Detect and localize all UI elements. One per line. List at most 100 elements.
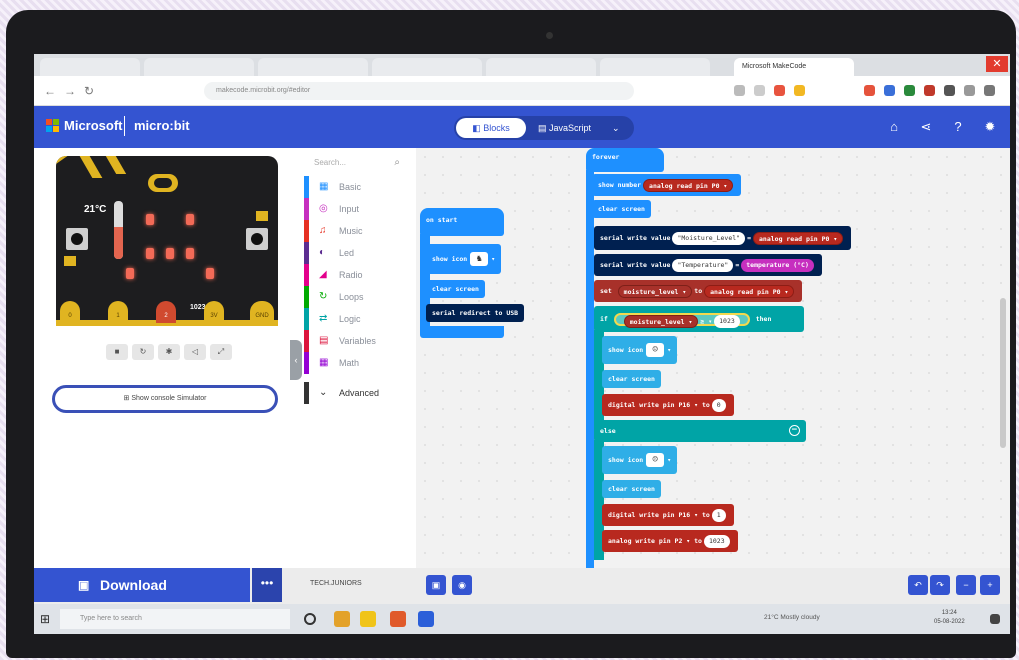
window-close-button[interactable]: ✕ — [986, 56, 1008, 72]
url-input[interactable]: makecode.microbit.org/#editor — [204, 82, 634, 100]
browser-tab[interactable] — [600, 58, 710, 76]
show-icon-block[interactable]: show icon ♞ ▾ — [426, 244, 502, 274]
category-led[interactable]: ◐ Led — [304, 242, 408, 264]
cortana-icon[interactable] — [304, 613, 316, 625]
category-math[interactable]: ▦ Math — [304, 352, 408, 374]
share-icon[interactable]: ⋖ — [918, 119, 934, 135]
extension-icon[interactable] — [904, 85, 915, 96]
clear-screen-block[interactable]: clear screen — [592, 200, 651, 218]
pin-1[interactable]: 1 — [108, 301, 128, 323]
brave-icon[interactable] — [390, 611, 406, 627]
pin-dropdown[interactable]: P16 ▾ — [678, 401, 698, 409]
browser-tab[interactable] — [258, 58, 368, 76]
show-icon-block[interactable]: show icon ☹ ▾ — [602, 446, 678, 474]
set-variable-block[interactable]: set moisture_level ▾ to analog read pin P0… — [594, 280, 803, 302]
menu-icon[interactable] — [984, 85, 995, 96]
clear-screen-block[interactable]: clear screen — [602, 370, 661, 388]
serial-write-value-block[interactable]: serial write value "Temperature" = temperat… — [594, 254, 822, 276]
browser-tab[interactable] — [40, 58, 140, 76]
led[interactable] — [146, 214, 154, 225]
stop-icon[interactable]: ■ — [106, 344, 128, 360]
browser-tab-active[interactable]: Microsoft MakeCode — [734, 58, 854, 76]
variable-dropdown[interactable]: moisture_level ▾ — [617, 284, 693, 298]
led[interactable] — [186, 248, 194, 259]
microsoft-brand[interactable]: Microsoft — [64, 118, 123, 133]
category-loops[interactable]: ↻ Loops — [304, 286, 408, 308]
variable-dropdown[interactable]: moisture_level ▾ — [623, 314, 699, 328]
sad-face-icon[interactable]: ☹ — [646, 453, 665, 467]
help-icon[interactable]: ? — [950, 119, 966, 135]
file-explorer-icon[interactable] — [360, 611, 376, 627]
happy-face-icon[interactable]: ☺ — [646, 343, 665, 357]
extension-icon[interactable] — [734, 85, 745, 96]
led[interactable] — [126, 268, 134, 279]
digital-write-block[interactable]: digital write pin P16 ▾ to 1 — [602, 504, 734, 526]
chevron-down-icon[interactable]: ▾ — [667, 456, 671, 464]
extension-icon[interactable] — [884, 85, 895, 96]
remove-else-icon[interactable]: − — [789, 425, 800, 436]
blocks-workspace[interactable]: on start show icon ♞ ▾ clear screen serial… — [416, 148, 1010, 568]
undo-icon[interactable]: ↶ — [908, 575, 928, 595]
button-a[interactable] — [66, 228, 88, 250]
category-input[interactable]: ◎ Input — [304, 198, 408, 220]
temperature-reporter[interactable]: temperature (°C) — [741, 258, 814, 272]
warning-icon[interactable] — [794, 85, 805, 96]
windows-start-icon[interactable]: ⊞ — [40, 612, 50, 626]
on-start-block[interactable]: on start — [420, 208, 504, 236]
analog-read-reporter[interactable]: analog read pin P0 ▾ — [753, 231, 844, 245]
number-input[interactable]: 1023 — [714, 314, 740, 328]
download-button[interactable]: ▣ Download — [34, 568, 250, 602]
pin-dropdown[interactable]: P2 ▾ — [675, 537, 691, 545]
serial-write-value-block[interactable]: serial write value "Moisture_Level" = analo… — [594, 226, 852, 250]
pin-2[interactable]: 2 — [156, 301, 176, 323]
led[interactable] — [166, 248, 174, 259]
category-variables[interactable]: ▤ Variables — [304, 330, 408, 352]
forever-block[interactable]: forever — [586, 148, 664, 172]
category-basic[interactable]: ▦ Basic — [304, 176, 408, 198]
chrome-icon[interactable] — [334, 611, 350, 627]
save-icon[interactable]: ▣ — [426, 575, 446, 595]
gear-icon[interactable]: ✹ — [982, 119, 998, 135]
analog-read-reporter[interactable]: analog read pin P0 ▾ — [643, 178, 734, 192]
operator-dropdown[interactable]: ≥ ▾ — [700, 317, 712, 325]
taskbar-clock[interactable]: 13:24 05-08-2022 — [934, 609, 965, 627]
comparison-block[interactable]: moisture_level ▾ ≥ ▾ 1023 — [613, 312, 750, 328]
show-number-block[interactable]: show number analog read pin P0 ▾ — [592, 174, 742, 196]
serial-redirect-block[interactable]: serial redirect to USB — [426, 304, 525, 322]
clear-screen-block[interactable]: clear screen — [426, 280, 485, 298]
category-logic[interactable]: ⇄ Logic — [304, 308, 408, 330]
string-input[interactable]: "Temperature" — [672, 258, 734, 272]
chevron-down-icon[interactable]: ▾ — [491, 255, 495, 263]
forward-icon[interactable]: → — [64, 84, 76, 98]
redo-icon[interactable]: ↷ — [930, 575, 950, 595]
else-block[interactable]: else − — [594, 420, 806, 442]
profile-icon[interactable] — [964, 85, 975, 96]
extension-icon[interactable] — [754, 85, 765, 96]
workspace-scrollbar[interactable] — [1000, 298, 1006, 448]
word-icon[interactable] — [418, 611, 434, 627]
show-console-button[interactable]: ⊞ Show console Simulator — [52, 385, 278, 413]
extension-icon[interactable] — [924, 85, 935, 96]
zoom-out-icon[interactable]: − — [956, 575, 976, 595]
more-options-button[interactable]: ••• — [252, 568, 282, 602]
tab-blocks[interactable]: ◧ Blocks — [456, 118, 526, 138]
microbit-brand[interactable]: micro:bit — [134, 118, 190, 133]
show-icon-block[interactable]: show icon ☺ ▾ — [602, 336, 678, 364]
microbit-board[interactable]: 21°C 1023 0 1 2 3V GND — [56, 156, 278, 326]
number-input[interactable]: 0 — [711, 398, 726, 412]
mute-icon[interactable]: ◁ — [184, 344, 206, 360]
tab-javascript[interactable]: ▤ JavaScript — [538, 118, 591, 138]
fullscreen-icon[interactable]: ⤢ — [210, 344, 232, 360]
if-block[interactable]: if moisture_level ▾ ≥ ▾ 1023 then — [594, 306, 804, 332]
chevron-down-icon[interactable]: ▾ — [667, 346, 671, 354]
number-input[interactable]: 1023 — [703, 534, 730, 548]
puzzle-icon[interactable] — [944, 85, 955, 96]
project-name-input[interactable]: TECH.JUNIORS — [310, 580, 362, 587]
extension-icon[interactable] — [864, 85, 875, 96]
restart-icon[interactable]: ↻ — [132, 344, 154, 360]
temperature-slider[interactable] — [114, 201, 123, 259]
chevron-down-icon[interactable]: ⌄ — [612, 118, 620, 138]
category-advanced[interactable]: ⌄ Advanced — [304, 382, 408, 404]
github-icon[interactable]: ◉ — [452, 575, 472, 595]
taskbar-search-input[interactable]: Type here to search — [60, 609, 290, 629]
